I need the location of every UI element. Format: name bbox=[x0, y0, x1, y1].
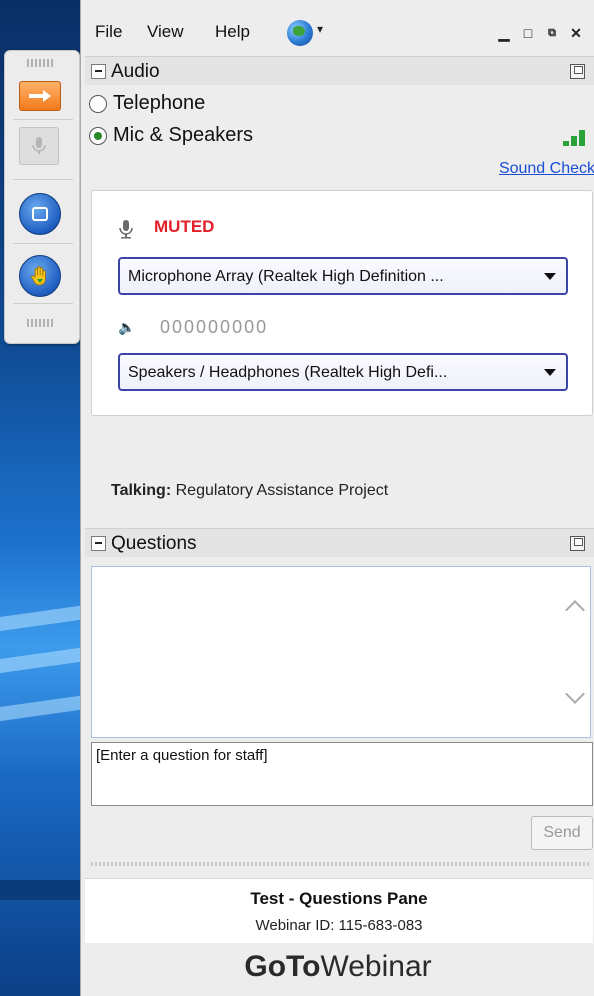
show-hide-panel-button[interactable] bbox=[19, 81, 61, 111]
close-button[interactable]: ✕ bbox=[567, 24, 585, 42]
speaker-icon: 🔈 bbox=[118, 319, 136, 335]
audio-collapse-button[interactable] bbox=[91, 64, 106, 79]
talking-name: Regulatory Assistance Project bbox=[175, 482, 389, 499]
webinar-id: Webinar ID: 115-683-083 bbox=[255, 917, 423, 934]
control-panel: File View Help ▾ ▁ □ ⧉ ✕ Audio Telephone… bbox=[80, 0, 594, 996]
questions-collapse-button[interactable] bbox=[91, 536, 106, 551]
gotowebinar-logo: GoToWebinar bbox=[81, 950, 594, 984]
microphone-select[interactable]: Microphone Array (Realtek High Definitio… bbox=[118, 257, 568, 295]
popout-icon[interactable] bbox=[570, 536, 585, 551]
resize-grip[interactable] bbox=[91, 862, 591, 866]
sound-check-link[interactable]: Sound Check bbox=[499, 160, 594, 178]
popout-icon[interactable] bbox=[570, 64, 585, 79]
strip-grip-top[interactable] bbox=[27, 59, 55, 67]
talking-label: Talking: bbox=[111, 482, 172, 499]
question-input[interactable]: [Enter a question for staff] bbox=[91, 742, 593, 806]
screen-share-button[interactable] bbox=[19, 193, 61, 235]
raise-hand-button[interactable] bbox=[19, 255, 61, 297]
desktop-streak bbox=[0, 642, 80, 676]
strip-divider bbox=[13, 119, 73, 120]
brand-goto: GoTo bbox=[244, 950, 321, 983]
menu-help[interactable]: Help bbox=[215, 22, 250, 42]
arrow-icon bbox=[29, 90, 51, 102]
mic-speakers-label: Mic & Speakers bbox=[113, 124, 254, 146]
microphone-icon bbox=[119, 220, 133, 239]
audio-section-title: Audio bbox=[111, 61, 160, 82]
muted-status: MUTED bbox=[154, 217, 215, 236]
desktop-streak bbox=[0, 690, 80, 724]
strip-grip-bottom[interactable] bbox=[27, 319, 55, 327]
level-bar bbox=[579, 130, 585, 146]
level-bar bbox=[563, 141, 569, 146]
microphone-icon bbox=[32, 137, 46, 154]
webinar-title: Test - Questions Pane bbox=[250, 889, 428, 908]
webinar-info: Test - Questions Pane Webinar ID: 115-68… bbox=[85, 878, 593, 943]
menu-view[interactable]: View bbox=[147, 22, 184, 42]
strip-divider bbox=[13, 303, 73, 304]
raise-hand-icon bbox=[31, 266, 46, 286]
desktop-streak bbox=[0, 600, 80, 634]
signal-level-icon bbox=[563, 128, 591, 146]
telephone-label: Telephone bbox=[113, 92, 206, 114]
mic-speakers-option[interactable]: Mic & Speakers bbox=[89, 124, 253, 147]
restore-button[interactable]: ⧉ bbox=[543, 24, 561, 42]
screen-icon bbox=[32, 207, 48, 221]
menu-file[interactable]: File bbox=[95, 22, 122, 42]
strip-divider bbox=[13, 179, 73, 180]
telephone-option[interactable]: Telephone bbox=[89, 92, 205, 115]
speaker-select-value: Speakers / Headphones (Realtek High Defi… bbox=[128, 364, 448, 381]
questions-section-header[interactable]: Questions bbox=[85, 528, 594, 557]
talking-indicator: Talking: Regulatory Assistance Project bbox=[111, 482, 388, 500]
globe-icon[interactable] bbox=[287, 20, 313, 46]
menu-bar: File View Help ▾ ▁ □ ⧉ ✕ bbox=[81, 12, 594, 48]
chevron-down-icon bbox=[544, 369, 556, 376]
telephone-radio[interactable] bbox=[89, 94, 107, 113]
language-caret[interactable]: ▾ bbox=[317, 22, 323, 36]
audio-devices-box: MUTED Microphone Array (Realtek High Def… bbox=[91, 190, 593, 416]
maximize-button[interactable]: □ bbox=[519, 24, 537, 42]
mic-speakers-radio[interactable] bbox=[89, 126, 107, 145]
chevron-down-icon bbox=[544, 273, 556, 280]
microphone-select-value: Microphone Array (Realtek High Definitio… bbox=[128, 268, 444, 285]
questions-section-title: Questions bbox=[111, 533, 197, 554]
level-bar bbox=[571, 136, 577, 146]
scroll-down-icon[interactable] bbox=[565, 684, 585, 704]
taskbar-edge bbox=[0, 880, 80, 900]
audio-section-header[interactable]: Audio bbox=[85, 56, 594, 85]
speaker-level-meter: 000000000 bbox=[160, 317, 269, 337]
control-strip bbox=[4, 50, 80, 344]
speaker-select[interactable]: Speakers / Headphones (Realtek High Defi… bbox=[118, 353, 568, 391]
mute-button[interactable] bbox=[19, 127, 59, 165]
strip-divider bbox=[13, 243, 73, 244]
send-button[interactable]: Send bbox=[531, 816, 593, 850]
brand-webinar: Webinar bbox=[320, 950, 432, 983]
questions-log[interactable] bbox=[91, 566, 591, 738]
minimize-button[interactable]: ▁ bbox=[495, 24, 513, 42]
scroll-up-icon[interactable] bbox=[565, 600, 585, 620]
